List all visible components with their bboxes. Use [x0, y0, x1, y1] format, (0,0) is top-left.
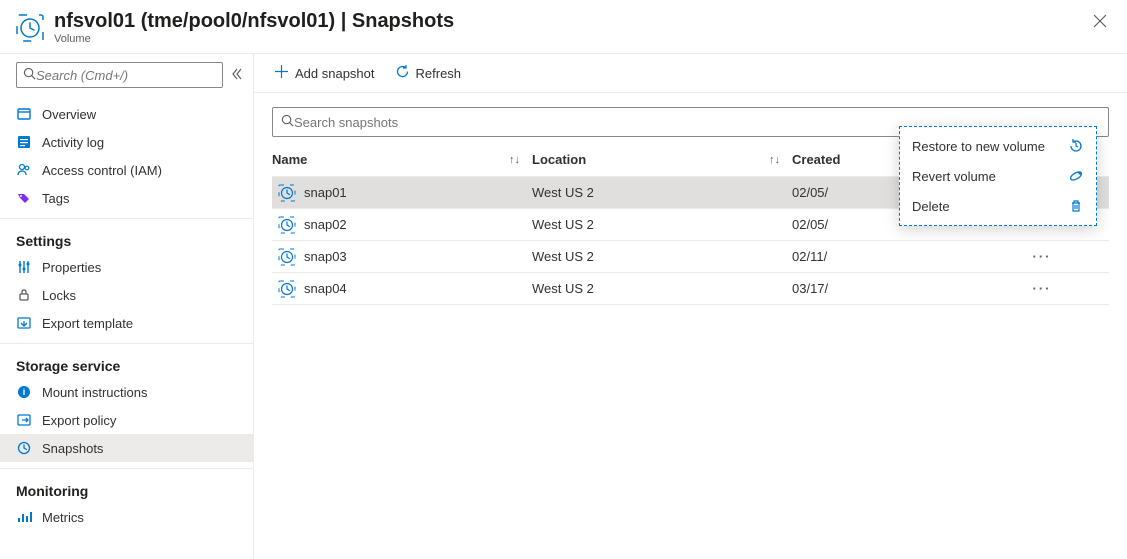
- main-content: Add snapshot Refresh Name ↑↓: [254, 54, 1127, 559]
- cell-location: West US 2: [532, 281, 792, 296]
- sidebar-item-label: Properties: [42, 260, 101, 275]
- sidebar-search-input[interactable]: [36, 68, 216, 83]
- iam-icon: [16, 162, 32, 178]
- toolbar: Add snapshot Refresh: [254, 54, 1127, 93]
- sidebar-item-export-policy[interactable]: Export policy: [0, 406, 253, 434]
- plus-icon: [274, 64, 289, 82]
- restore-icon: [1068, 138, 1084, 154]
- sidebar-item-tags[interactable]: Tags: [0, 184, 253, 212]
- sidebar-item-locks[interactable]: Locks: [0, 281, 253, 309]
- refresh-label: Refresh: [416, 66, 462, 81]
- row-menu-button[interactable]: ···: [1022, 249, 1062, 264]
- activity-log-icon: [16, 134, 32, 150]
- properties-icon: [16, 259, 32, 275]
- sidebar-item-label: Metrics: [42, 510, 84, 525]
- sidebar-item-label: Export policy: [42, 413, 116, 428]
- add-snapshot-label: Add snapshot: [295, 66, 375, 81]
- divider: [0, 468, 253, 469]
- volume-clock-icon: [16, 14, 44, 45]
- page-subtitle: Volume: [54, 33, 1089, 45]
- refresh-button[interactable]: Refresh: [395, 64, 462, 82]
- table-row[interactable]: snap04 West US 203/17/···: [272, 273, 1109, 305]
- context-delete[interactable]: Delete: [900, 191, 1096, 221]
- cell-name: snap03: [304, 249, 347, 264]
- sidebar-item-label: Access control (IAM): [42, 163, 162, 178]
- sidebar-item-export-template[interactable]: Export template: [0, 309, 253, 337]
- cell-created: 03/17/: [792, 281, 1022, 296]
- context-menu: Restore to new volume Revert volume Dele…: [899, 126, 1097, 226]
- svg-text:i: i: [23, 387, 26, 397]
- cell-name: snap04: [304, 281, 347, 296]
- sidebar-item-label: Mount instructions: [42, 385, 148, 400]
- sort-icon: ↑↓: [509, 154, 520, 166]
- close-button[interactable]: [1089, 10, 1111, 37]
- cell-location: West US 2: [532, 249, 792, 264]
- delete-icon: [1068, 198, 1084, 214]
- page-title: nfsvol01 (tme/pool0/nfsvol01) | Snapshot…: [54, 10, 1089, 33]
- revert-icon: [1068, 168, 1084, 184]
- sidebar-item-activity-log[interactable]: Activity log: [0, 128, 253, 156]
- page-header: nfsvol01 (tme/pool0/nfsvol01) | Snapshot…: [0, 0, 1127, 54]
- sort-icon: ↑↓: [769, 154, 780, 166]
- row-menu-button[interactable]: ···: [1022, 281, 1062, 296]
- sidebar-item-metrics[interactable]: Metrics: [0, 503, 253, 531]
- snapshots-icon: [16, 440, 32, 456]
- overview-icon: [16, 106, 32, 122]
- snapshot-icon: [278, 280, 296, 298]
- sidebar-item-snapshots[interactable]: Snapshots: [0, 434, 253, 462]
- column-header-location[interactable]: Location ↑↓: [532, 152, 792, 167]
- sidebar-item-properties[interactable]: Properties: [0, 253, 253, 281]
- sidebar-item-overview[interactable]: Overview: [0, 100, 253, 128]
- sidebar-item-label: Activity log: [42, 135, 104, 150]
- tags-icon: [16, 190, 32, 206]
- refresh-icon: [395, 64, 410, 82]
- cell-location: West US 2: [532, 217, 792, 232]
- add-snapshot-button[interactable]: Add snapshot: [274, 64, 375, 82]
- snapshot-icon: [278, 184, 296, 202]
- context-revert[interactable]: Revert volume: [900, 161, 1096, 191]
- metrics-icon: [16, 509, 32, 525]
- context-item-label: Restore to new volume: [912, 139, 1045, 154]
- sidebar-item-label: Tags: [42, 191, 69, 206]
- sidebar-search[interactable]: [16, 62, 223, 88]
- cell-created: 02/11/: [792, 249, 1022, 264]
- export-policy-icon: [16, 412, 32, 428]
- divider: [0, 343, 253, 344]
- sidebar-item-iam[interactable]: Access control (IAM): [0, 156, 253, 184]
- sidebar: Overview Activity log Access control (IA…: [0, 54, 254, 559]
- divider: [0, 218, 253, 219]
- sidebar-item-label: Overview: [42, 107, 96, 122]
- table-row[interactable]: snap03 West US 202/11/···: [272, 241, 1109, 273]
- search-icon: [281, 114, 294, 130]
- context-item-label: Revert volume: [912, 169, 996, 184]
- sidebar-heading-settings: Settings: [0, 225, 253, 253]
- cell-location: West US 2: [532, 185, 792, 200]
- sidebar-item-label: Export template: [42, 316, 133, 331]
- context-item-label: Delete: [912, 199, 950, 214]
- search-icon: [23, 67, 36, 83]
- collapse-sidebar-button[interactable]: [231, 68, 243, 83]
- mount-icon: i: [16, 384, 32, 400]
- snapshot-icon: [278, 248, 296, 266]
- locks-icon: [16, 287, 32, 303]
- column-header-name[interactable]: Name ↑↓: [272, 152, 532, 167]
- context-restore[interactable]: Restore to new volume: [900, 131, 1096, 161]
- sidebar-heading-storage: Storage service: [0, 350, 253, 378]
- sidebar-item-label: Locks: [42, 288, 76, 303]
- sidebar-item-label: Snapshots: [42, 441, 103, 456]
- cell-name: snap02: [304, 217, 347, 232]
- cell-name: snap01: [304, 185, 347, 200]
- sidebar-heading-monitoring: Monitoring: [0, 475, 253, 503]
- export-template-icon: [16, 315, 32, 331]
- snapshot-icon: [278, 216, 296, 234]
- sidebar-item-mount[interactable]: i Mount instructions: [0, 378, 253, 406]
